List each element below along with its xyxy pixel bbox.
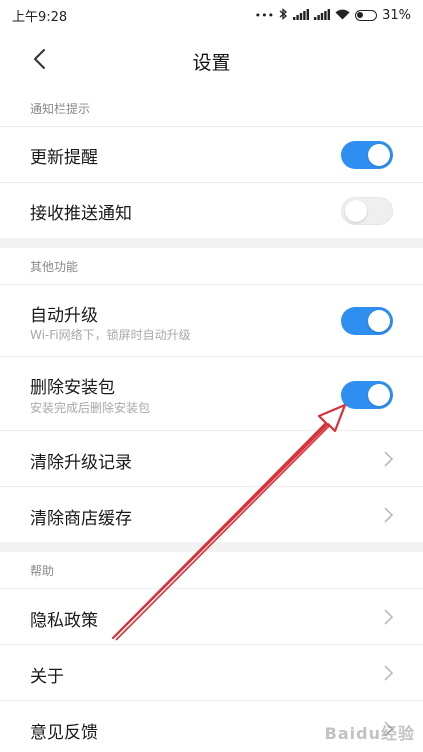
- status-time: 上午9:28: [12, 9, 68, 25]
- row-push-notice[interactable]: 接收推送通知: [0, 182, 423, 238]
- battery-percent: 31%: [382, 7, 411, 23]
- bluetooth-icon: [279, 8, 288, 22]
- chevron-right-icon: [384, 665, 394, 681]
- section-header-other: 其他功能: [0, 248, 423, 284]
- section-title: 其他功能: [30, 259, 79, 274]
- nav-bar: 设置: [0, 30, 423, 90]
- row-privacy[interactable]: 隐私政策: [0, 588, 423, 644]
- watermark-logo: Baidu经验: [324, 724, 415, 743]
- status-icons: ••• 31%: [255, 8, 411, 23]
- battery-icon: [355, 9, 378, 21]
- update-reminder-toggle[interactable]: [341, 141, 393, 169]
- row-subtitle: Wi-Fi网络下，锁屏时自动升级: [30, 328, 191, 342]
- row-label: 删除安装包: [30, 378, 115, 398]
- row-subtitle: 安装完成后删除安装包: [30, 401, 151, 415]
- chevron-right-icon: [384, 507, 394, 523]
- section-title: 通知栏提示: [30, 101, 91, 116]
- more-dots-icon: •••: [254, 8, 275, 22]
- row-label: 更新提醒: [30, 148, 98, 168]
- row-clear-store-cache[interactable]: 清除商店缓存: [0, 486, 423, 542]
- row-about[interactable]: 关于: [0, 644, 423, 700]
- status-bar: 上午9:28 ••• 31%: [0, 0, 423, 30]
- row-label: 关于: [30, 667, 64, 687]
- chevron-right-icon: [384, 451, 394, 467]
- row-auto-upgrade[interactable]: 自动升级 Wi-Fi网络下，锁屏时自动升级: [0, 284, 423, 356]
- section-divider: [0, 238, 423, 248]
- section-header-help: 帮助: [0, 552, 423, 588]
- row-label: 意见反馈: [30, 723, 98, 743]
- row-label: 接收推送通知: [30, 204, 132, 224]
- row-label: 隐私政策: [30, 611, 98, 631]
- section-header-notify: 通知栏提示: [0, 90, 423, 126]
- signal-icon: [314, 8, 331, 22]
- row-label: 清除商店缓存: [30, 509, 132, 529]
- row-label: 自动升级: [30, 306, 98, 326]
- page-title: 设置: [192, 52, 231, 74]
- chevron-right-icon: [384, 609, 394, 625]
- auto-upgrade-toggle[interactable]: [341, 307, 393, 335]
- section-title: 帮助: [30, 563, 55, 578]
- row-delete-package[interactable]: 删除安装包 安装完成后删除安装包: [0, 356, 423, 430]
- section-divider: [0, 542, 423, 552]
- wifi-icon: [335, 9, 350, 22]
- row-update-reminder[interactable]: 更新提醒: [0, 126, 423, 182]
- push-notice-toggle[interactable]: [341, 197, 393, 225]
- row-label: 清除升级记录: [30, 453, 132, 473]
- signal-icon: [293, 8, 310, 22]
- row-clear-upgrade-record[interactable]: 清除升级记录: [0, 430, 423, 486]
- delete-package-toggle[interactable]: [341, 381, 393, 409]
